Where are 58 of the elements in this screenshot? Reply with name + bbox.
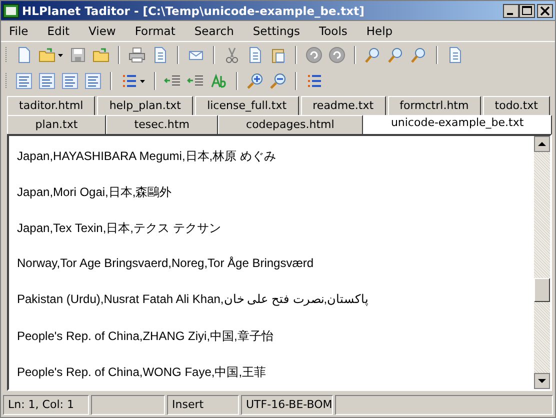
align-right-icon[interactable]: [38, 72, 56, 90]
menu-item[interactable]: Tools: [312, 24, 354, 38]
file-tab[interactable]: taditor.html: [7, 96, 96, 115]
menu-item[interactable]: Search: [187, 24, 241, 38]
magnifier-icon[interactable]: [364, 46, 382, 64]
undo-icon[interactable]: [305, 46, 323, 64]
close-icon[interactable]: [537, 4, 553, 18]
minimize-icon[interactable]: [503, 4, 519, 18]
file-tab[interactable]: unicode-example_be.txt: [362, 115, 552, 134]
scroll-up-icon[interactable]: [534, 136, 550, 152]
vertical-scrollbar[interactable]: [534, 136, 550, 389]
align-center-icon[interactable]: [61, 72, 79, 90]
text-line: Japan,Mori Ogai,日本,森鷗外: [17, 184, 173, 201]
file-tab[interactable]: formctrl.htm: [388, 96, 481, 115]
paste-icon[interactable]: [269, 46, 287, 64]
zoom-out-icon[interactable]: [269, 72, 287, 90]
file-tab[interactable]: tesec.htm: [106, 115, 218, 134]
properties-list-icon[interactable]: [305, 72, 323, 90]
align-left-icon[interactable]: [15, 72, 33, 90]
printer-icon[interactable]: [128, 46, 146, 64]
status-panel: UTF-16-BE-BOM: [241, 395, 333, 415]
menu-item[interactable]: Edit: [40, 24, 77, 38]
menu-item[interactable]: File: [2, 24, 36, 38]
scroll-down-icon[interactable]: [534, 373, 550, 389]
font-style-icon[interactable]: [210, 72, 228, 90]
text-line: Pakistan (Urdu),Nusrat Fatah Ali Khan,پاکستان,نصرت فتح علی خان: [17, 292, 370, 308]
folder-arrow-icon[interactable]: [92, 46, 110, 64]
menu-item[interactable]: Settings: [246, 24, 308, 38]
menu-item[interactable]: Format: [128, 24, 182, 38]
file-tab[interactable]: plan.txt: [7, 115, 106, 134]
text-line: People's Rep. of China,WONG Faye,中国,王菲: [17, 364, 268, 381]
app-icon: [3, 4, 19, 18]
menu-item[interactable]: Help: [359, 24, 400, 38]
redo-icon[interactable]: [328, 46, 346, 64]
window-title: HLPlanet Taditor - [C:\Temp\unicode-example_be.txt]: [22, 4, 364, 18]
text-line: People's Rep. of China,ZHANG Ziyi,中国,章子怡: [17, 328, 274, 345]
file-tab[interactable]: license_full.txt: [195, 96, 299, 115]
text-line: Japan,Tex Texin,日本,テクス テクサン: [17, 220, 222, 237]
scroll-thumb[interactable]: [534, 278, 550, 302]
menu-item[interactable]: View: [82, 24, 123, 38]
status-panel: Insert: [167, 395, 239, 415]
toolbar-grip-icon: [5, 46, 8, 64]
save-icon[interactable]: [69, 46, 87, 64]
dropdown-arrow-icon[interactable]: [140, 80, 145, 82]
file-tab[interactable]: readme.txt: [300, 96, 386, 115]
bullet-list-icon[interactable]: [120, 72, 138, 90]
file-tab[interactable]: help_plan.txt: [97, 96, 194, 115]
scissors-icon[interactable]: [223, 46, 241, 64]
justify-icon[interactable]: [84, 72, 102, 90]
toolbar-grip-icon: [5, 72, 8, 90]
text-line: Japan,HAYASHIBARA Megumi,日本,林原 めぐみ: [17, 148, 277, 165]
dropdown-arrow-icon[interactable]: [58, 54, 63, 56]
maximize-icon[interactable]: [519, 4, 535, 18]
file-tab[interactable]: codepages.html: [218, 115, 363, 134]
file-tab[interactable]: todo.txt: [482, 96, 550, 115]
text-line: Norway,Tor Age Bringsvaerd,Noreg,Tor Åge Bringsværd: [17, 256, 315, 272]
zoom-in-icon[interactable]: [246, 72, 264, 90]
status-panel: Ln: 1, Col: 1: [3, 395, 89, 415]
